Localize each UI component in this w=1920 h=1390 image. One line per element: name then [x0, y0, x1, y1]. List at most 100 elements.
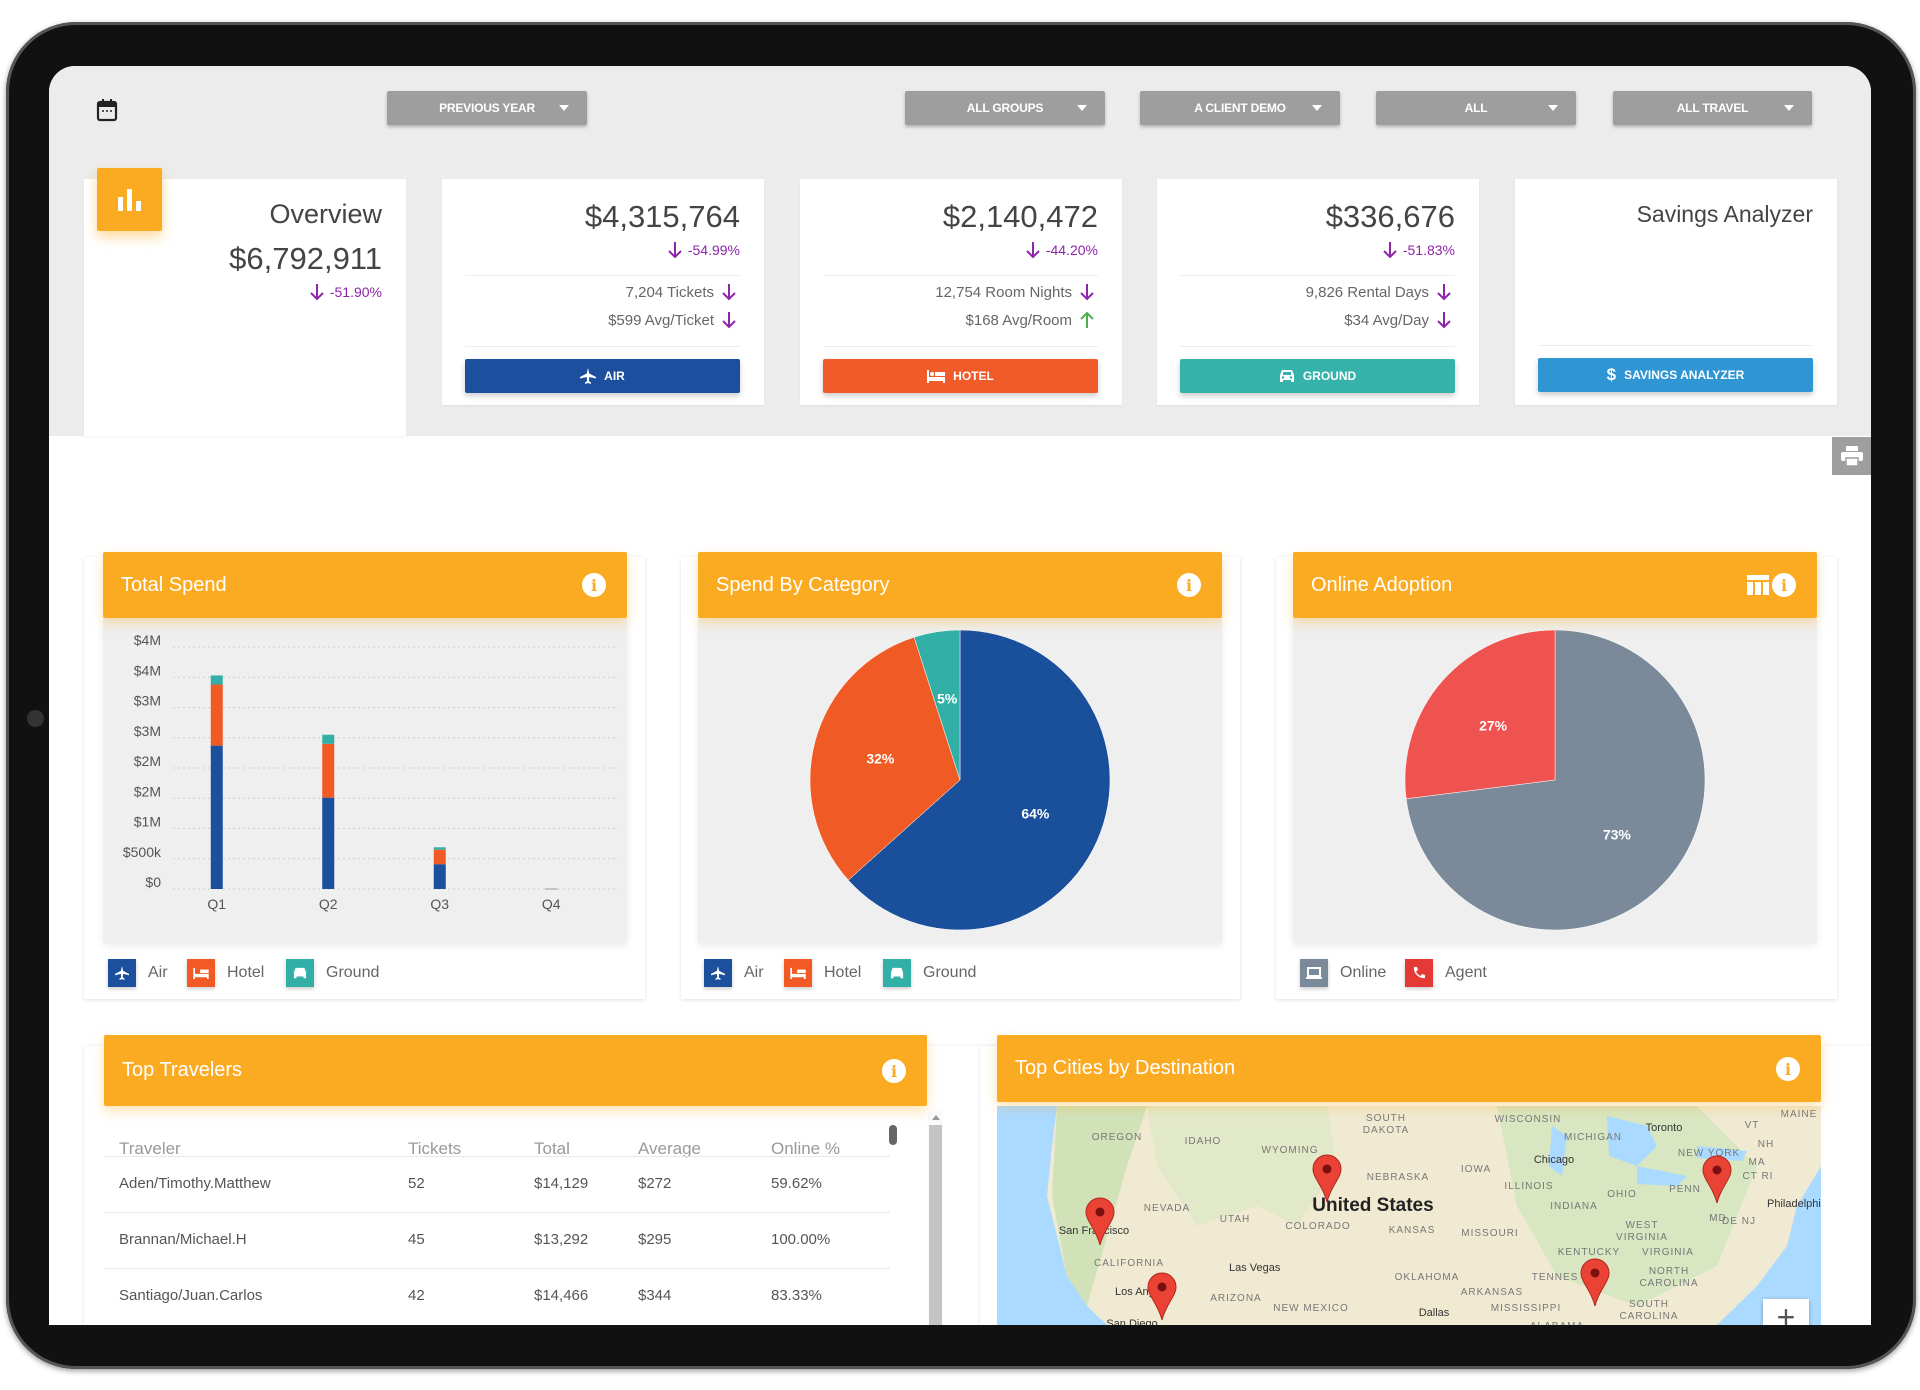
bar-ground-q3[interactable] — [433, 847, 446, 850]
x-tick-label: Q1 — [207, 896, 226, 912]
ground-card: $336,676 -51.83% 9,826 Rental Days $34 A… — [1157, 179, 1479, 405]
legend-item-air[interactable]: Air — [108, 959, 168, 987]
bar-ground-q1[interactable] — [210, 675, 223, 685]
bar-air-q3[interactable] — [433, 864, 446, 889]
dollar-icon: $ — [1606, 365, 1617, 384]
bar-air-q1[interactable] — [210, 745, 223, 889]
hotel-button[interactable]: HOTEL — [823, 359, 1098, 393]
caret-down-icon — [1784, 105, 1794, 111]
map-state-label: ALABAMA — [1530, 1321, 1584, 1325]
map-state-label: PENN — [1669, 1184, 1701, 1195]
map-state-label: ARKANSAS — [1461, 1287, 1523, 1298]
legend-item-ground[interactable]: Ground — [286, 959, 379, 987]
legend-label: Hotel — [227, 964, 265, 981]
map-state-label: SOUTH — [1629, 1299, 1669, 1310]
camera-dot — [27, 710, 44, 727]
info-icon[interactable]: i — [1776, 1057, 1800, 1081]
y-tick-label: $4M — [134, 632, 161, 648]
travel-type-dropdown[interactable]: ALL TRAVEL — [1613, 91, 1812, 125]
arrow-down-icon — [722, 284, 736, 301]
map-city-label: Chicago — [1534, 1154, 1574, 1166]
hotel-avg-value: $168 Avg/Room — [965, 311, 1072, 329]
table-view-icon[interactable] — [1747, 575, 1769, 595]
legend-item-hotel[interactable]: Hotel — [187, 959, 264, 987]
groups-dropdown[interactable]: ALL GROUPS — [905, 91, 1105, 125]
legend-label: Hotel — [824, 964, 862, 981]
arrow-down-icon — [1383, 242, 1397, 259]
bar-hotel-q2[interactable] — [322, 743, 335, 798]
ground-days: 9,826 Rental Days — [1306, 283, 1451, 301]
hotel-change-value: -44.20% — [1045, 242, 1098, 258]
hotel-button-label: HOTEL — [953, 369, 994, 383]
pie-slice-agent[interactable] — [1404, 629, 1556, 800]
destination-map[interactable]: OREGON IDAHO WYOMING SOUTH DAKOTA NEBRASKA WIS… — [997, 1106, 1821, 1325]
map-state-label: MA — [1749, 1157, 1766, 1168]
top-cities-header: Top Cities by Destination i — [997, 1035, 1821, 1102]
legend-item-air[interactable]: Air — [704, 959, 764, 987]
map-zoom-in-button[interactable]: + — [1763, 1299, 1809, 1325]
map-state-label: WYOMING — [1262, 1145, 1319, 1156]
info-icon[interactable]: i — [582, 573, 606, 597]
arrow-down-icon — [1080, 284, 1094, 301]
legend-item-online[interactable]: Online — [1300, 959, 1386, 987]
total-spend-title: Total Spend — [121, 573, 227, 596]
overview-change: -51.90% — [310, 283, 382, 301]
map-state-label: MICHIGAN — [1564, 1132, 1622, 1143]
print-icon — [1840, 446, 1863, 466]
air-button[interactable]: AIR — [465, 359, 740, 393]
calendar-icon[interactable] — [96, 98, 118, 122]
map-city-label: United States — [1312, 1195, 1433, 1216]
bar-ground-q2[interactable] — [322, 734, 335, 744]
bar-chart-icon — [97, 168, 162, 231]
table-cell: 59.62% — [771, 1175, 822, 1192]
traveler-name: Santiago/Juan.Carlos — [119, 1287, 263, 1304]
map-state-label: DE NJ — [1722, 1216, 1756, 1227]
overview-change-value: -51.90% — [329, 284, 382, 300]
client-dropdown[interactable]: A CLIENT DEMO — [1140, 91, 1340, 125]
divider — [465, 275, 740, 276]
info-icon[interactable]: i — [1177, 573, 1201, 597]
caret-down-icon — [1077, 105, 1087, 111]
info-icon[interactable]: i — [1772, 573, 1796, 597]
table-cell: 52 — [408, 1175, 425, 1192]
savings-analyzer-button[interactable]: $ SAVINGS ANALYZER — [1538, 358, 1813, 392]
legend-label: Ground — [923, 964, 977, 981]
legend-item-ground[interactable]: Ground — [883, 959, 976, 987]
bar-hotel-q1[interactable] — [210, 684, 223, 746]
top-travelers-header: Top Travelers i — [104, 1035, 927, 1106]
legend-item-agent[interactable]: Agent — [1405, 959, 1487, 987]
legend-item-hotel[interactable]: Hotel — [784, 959, 861, 987]
ground-button[interactable]: GROUND — [1180, 359, 1455, 393]
map-state-label: NEW MEXICO — [1273, 1303, 1349, 1314]
all-dropdown[interactable]: ALL — [1376, 91, 1576, 125]
total-spend-chart-area: $0 $500k $1M $2M $2M $3M $3M $4M $4M Q1 Q2 Q3 Q4 — [103, 618, 627, 943]
pie-label: 32% — [866, 750, 895, 766]
air-card: $4,315,764 -54.99% 7,204 Tickets $599 Av… — [442, 179, 764, 405]
scroll-up-icon[interactable] — [932, 1115, 940, 1120]
map-state-label: CAROLINA — [1639, 1278, 1698, 1289]
all-dropdown-label: ALL — [1464, 101, 1488, 115]
hotel-total: $2,140,472 — [942, 199, 1098, 234]
car-icon — [1279, 369, 1294, 382]
table-cell: $13,292 — [534, 1231, 589, 1248]
map-state-label: NEBRASKA — [1367, 1172, 1429, 1183]
air-button-label: AIR — [604, 369, 625, 383]
scrollbar-thumb[interactable] — [929, 1125, 942, 1325]
bar-air-q2[interactable] — [322, 797, 335, 889]
table-scrollbar-thumb[interactable] — [889, 1125, 897, 1145]
arrow-down-icon — [310, 284, 324, 301]
legend-label: Air — [148, 964, 168, 981]
map-state-label: IDAHO — [1185, 1136, 1222, 1147]
info-icon[interactable]: i — [882, 1059, 906, 1083]
ground-change-value: -51.83% — [1402, 242, 1455, 258]
map-state-label: DAKOTA — [1363, 1125, 1409, 1136]
us-map[interactable]: OREGON IDAHOWYOMINGSOUTHDAKOTANEBRASKAWIS… — [997, 1106, 1821, 1325]
map-state-label: OHIO — [1607, 1189, 1637, 1200]
bar-hotel-q3[interactable] — [433, 849, 446, 865]
savings-card: Savings Analyzer $ SAVINGS ANALYZER — [1515, 179, 1837, 405]
print-button[interactable] — [1832, 437, 1871, 475]
y-tick-label: $0 — [145, 874, 161, 890]
map-city-label: Las Vegas — [1229, 1262, 1281, 1274]
widget-scrollbar[interactable] — [928, 1111, 943, 1325]
period-dropdown[interactable]: PREVIOUS YEAR — [387, 91, 587, 125]
